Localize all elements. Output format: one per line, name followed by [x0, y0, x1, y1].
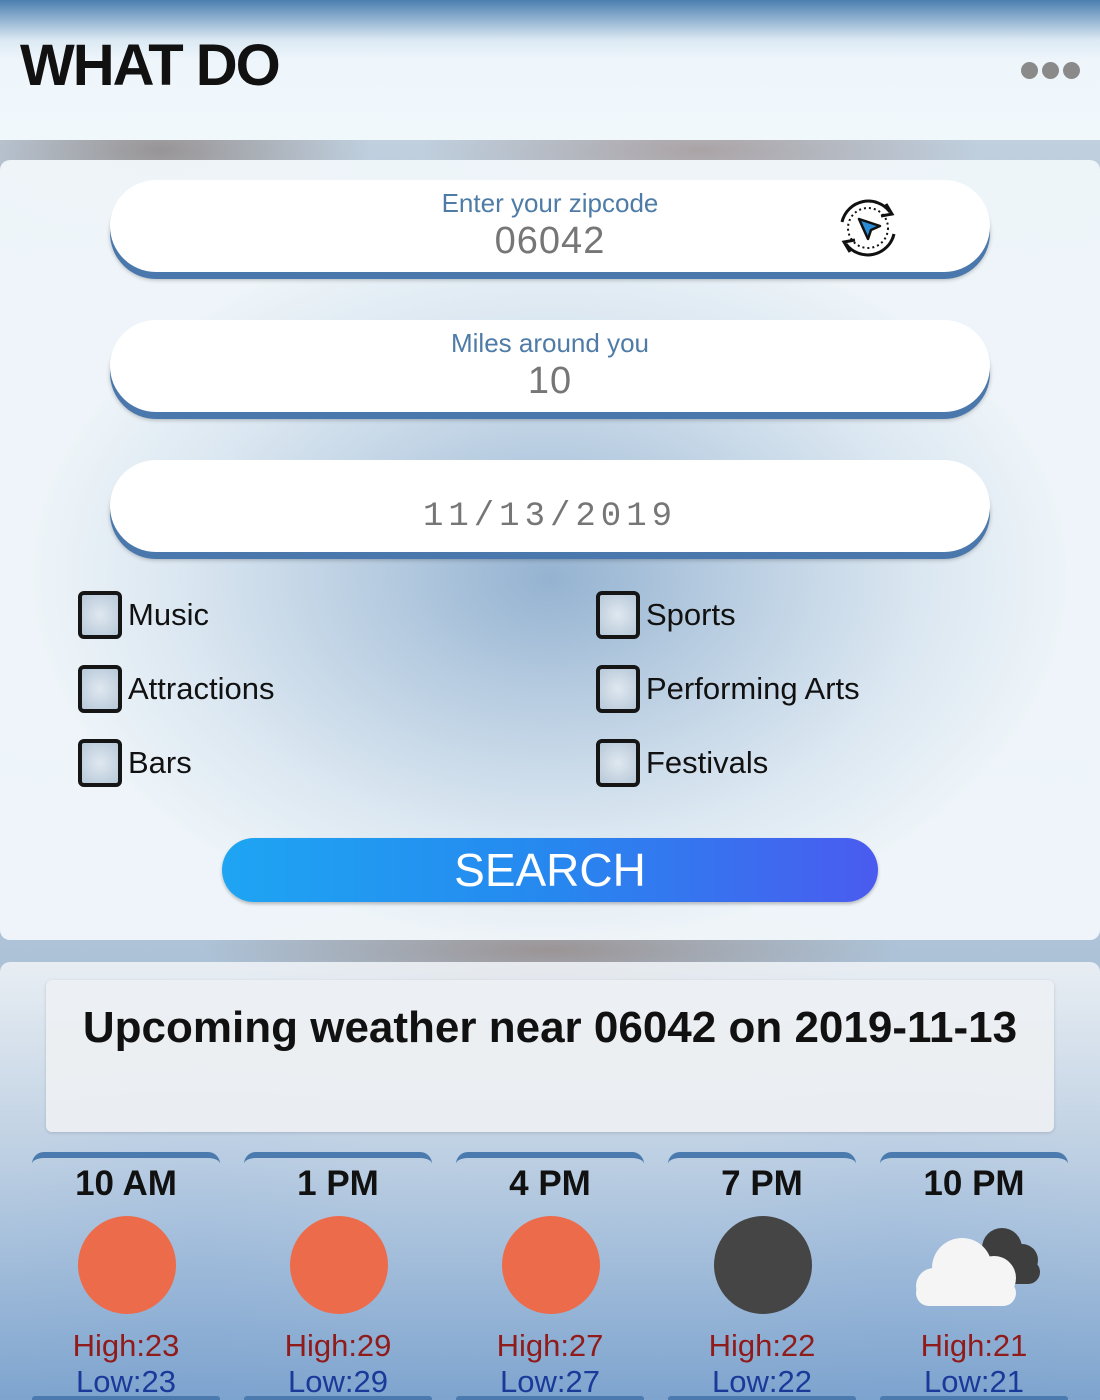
- moon-icon: [714, 1216, 812, 1314]
- checkbox[interactable]: [596, 665, 640, 713]
- forecast-low: Low:21: [924, 1364, 1024, 1399]
- checkbox[interactable]: [78, 591, 122, 639]
- sun-icon: [290, 1216, 388, 1314]
- forecast-card: 10 AM High:23 Low:23: [32, 1152, 220, 1400]
- date-input[interactable]: 11/13/2019: [110, 498, 990, 536]
- forecast-high: High:29: [284, 1328, 392, 1363]
- forecast-time: 10 PM: [923, 1164, 1025, 1203]
- forecast-card: 10 PM High:21 Low:21: [880, 1152, 1068, 1400]
- forecast-high: High:22: [708, 1328, 816, 1363]
- weather-panel: Upcoming weather near 06042 on 2019-11-1…: [0, 962, 1100, 1400]
- checkbox-label: Music: [128, 597, 209, 632]
- forecast-low: Low:27: [500, 1364, 600, 1399]
- forecast-high: High:27: [496, 1328, 604, 1363]
- forecast-card: 4 PM High:27 Low:27: [456, 1152, 644, 1400]
- app-header: WHAT DO: [0, 0, 1100, 140]
- forecast-low: Low:23: [76, 1364, 176, 1399]
- checkbox[interactable]: [596, 739, 640, 787]
- search-form: Enter your zipcode 06042 Miles around yo…: [0, 160, 1100, 940]
- forecast-time: 7 PM: [721, 1164, 803, 1203]
- checkbox-music[interactable]: Music: [78, 590, 209, 640]
- search-button[interactable]: SEARCH: [222, 838, 878, 902]
- forecast-time: 4 PM: [509, 1164, 591, 1203]
- checkbox-festivals[interactable]: Festivals: [596, 738, 768, 788]
- checkbox-label: Sports: [646, 597, 736, 632]
- zipcode-field[interactable]: Enter your zipcode 06042: [110, 180, 990, 272]
- checkbox-label: Bars: [128, 745, 192, 780]
- checkbox-label: Festivals: [646, 745, 769, 780]
- checkbox[interactable]: [78, 665, 122, 713]
- sun-icon: [78, 1216, 176, 1314]
- forecast-card: 7 PM High:22 Low:22: [668, 1152, 856, 1400]
- more-dots-icon[interactable]: [1020, 60, 1080, 80]
- forecast-time: 1 PM: [297, 1164, 379, 1203]
- miles-field[interactable]: Miles around you 10: [110, 320, 990, 412]
- weather-title: Upcoming weather near 06042 on 2019-11-1…: [82, 1003, 1018, 1052]
- checkbox[interactable]: [78, 739, 122, 787]
- forecast-time: 10 AM: [75, 1164, 177, 1203]
- sun-icon: [502, 1216, 600, 1314]
- weather-title-box: Upcoming weather near 06042 on 2019-11-1…: [46, 980, 1054, 1132]
- miles-input[interactable]: 10: [110, 360, 990, 403]
- checkbox[interactable]: [596, 591, 640, 639]
- forecast-high: High:21: [920, 1328, 1028, 1363]
- forecast-low: Low:22: [712, 1364, 812, 1399]
- locate-me-icon[interactable]: [832, 192, 904, 264]
- miles-label: Miles around you: [451, 328, 649, 358]
- checkbox-label: Performing Arts: [646, 671, 860, 706]
- app-title: WHAT DO: [20, 33, 281, 98]
- checkbox-bars[interactable]: Bars: [78, 738, 192, 788]
- checkbox-performing-arts[interactable]: Performing Arts: [596, 664, 860, 714]
- forecast-high: High:23: [72, 1328, 180, 1363]
- checkbox-attractions[interactable]: Attractions: [78, 664, 274, 714]
- date-field[interactable]: 11/13/2019: [110, 460, 990, 552]
- forecast-card: 1 PM High:29 Low:29: [244, 1152, 432, 1400]
- cloudy-icon: [904, 1216, 1044, 1314]
- checkbox-sports[interactable]: Sports: [596, 590, 736, 640]
- forecast-low: Low:29: [288, 1364, 388, 1399]
- checkbox-label: Attractions: [128, 671, 275, 706]
